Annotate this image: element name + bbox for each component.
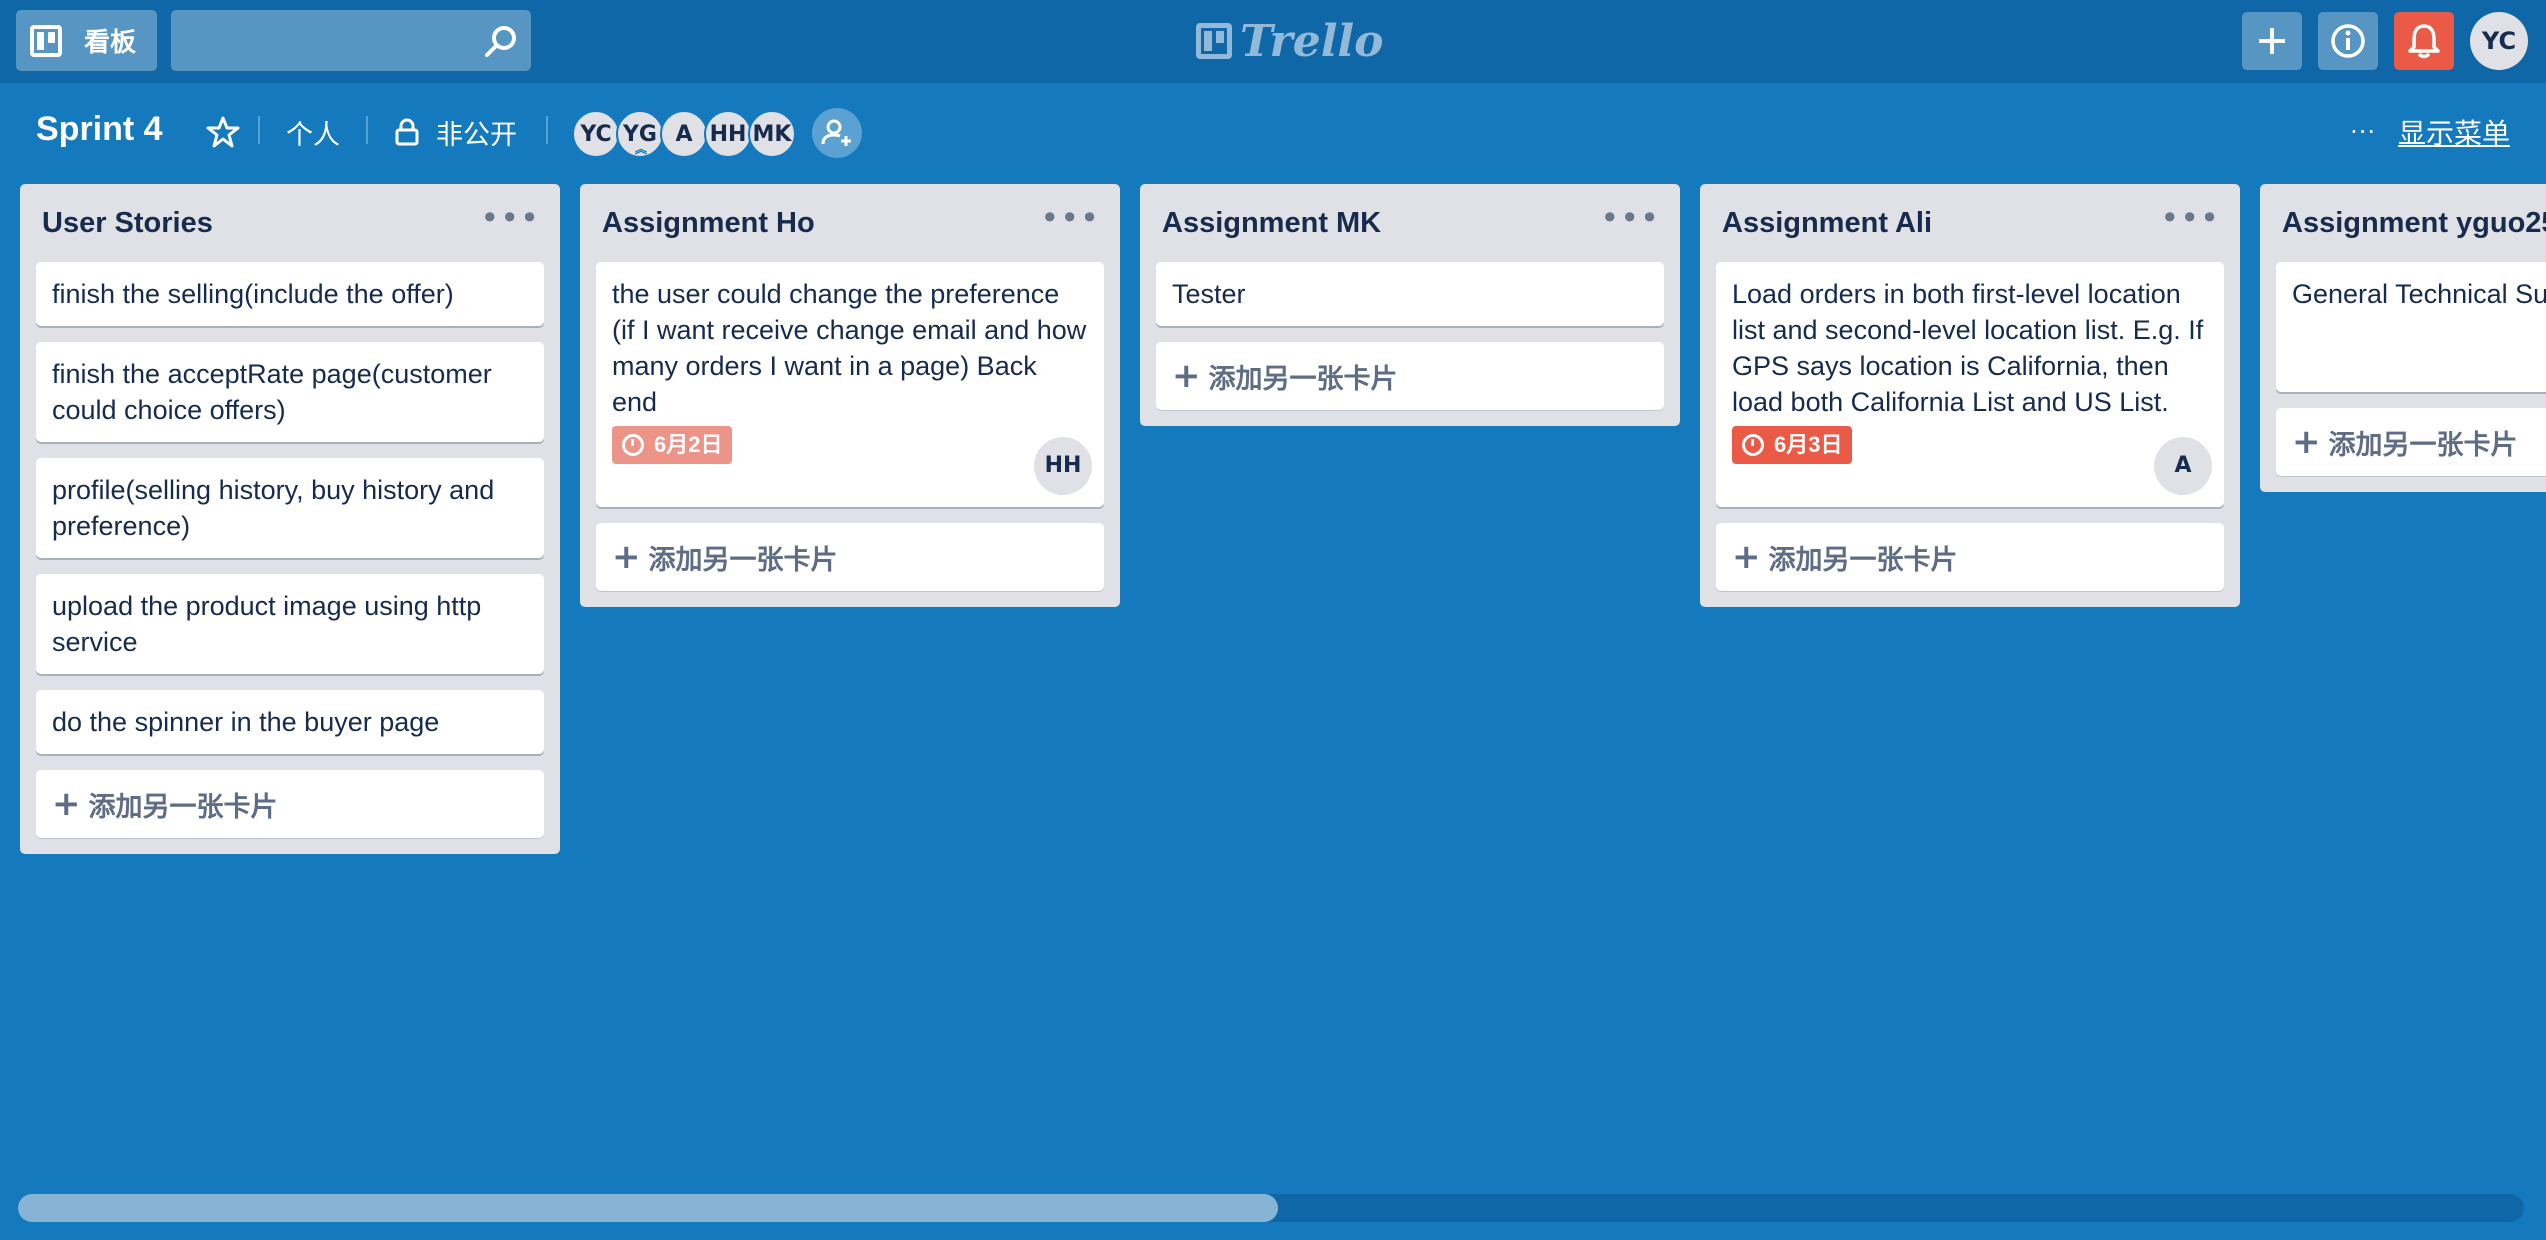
horizontal-scrollbar-thumb[interactable] bbox=[18, 1194, 1278, 1222]
card[interactable]: finish the acceptRate page(customer coul… bbox=[36, 342, 544, 442]
plus-icon: + bbox=[2292, 422, 2321, 462]
add-card-button[interactable]: + 添加另一张卡片 bbox=[1716, 523, 2224, 591]
add-card-button[interactable]: + 添加另一张卡片 bbox=[36, 770, 544, 838]
boards-label: 看板 bbox=[84, 28, 137, 58]
plus-icon: + bbox=[52, 784, 81, 824]
list-header: Assignment Ho ••• bbox=[596, 184, 1104, 262]
team-label[interactable]: 个人 bbox=[286, 113, 340, 152]
card[interactable]: Load orders in both first-level location… bbox=[1716, 262, 2224, 507]
member-avatar[interactable]: MK bbox=[748, 110, 796, 158]
card[interactable]: Tester bbox=[1156, 262, 1664, 326]
list-header: Assignment MK ••• bbox=[1156, 184, 1664, 262]
add-card-label: 添加另一张卡片 bbox=[1208, 363, 1398, 395]
card-text: finish the acceptRate page(customer coul… bbox=[52, 359, 492, 425]
info-button[interactable] bbox=[2318, 12, 2378, 70]
due-date: 6月3日 bbox=[1774, 432, 1843, 457]
plus-icon: + bbox=[1172, 356, 1201, 396]
notifications-button[interactable] bbox=[2394, 12, 2454, 70]
member-avatar[interactable]: YC bbox=[572, 110, 620, 158]
trello-logo-icon bbox=[1196, 23, 1232, 59]
search-icon[interactable] bbox=[484, 25, 518, 59]
lock-icon bbox=[395, 118, 419, 146]
member-avatar[interactable]: A bbox=[660, 110, 708, 158]
member-avatar[interactable]: HH bbox=[704, 110, 752, 158]
board-title[interactable]: Sprint 4 bbox=[36, 110, 163, 149]
create-button[interactable] bbox=[2242, 12, 2302, 70]
separator bbox=[546, 116, 548, 144]
separator bbox=[366, 116, 368, 144]
invite-member-button[interactable] bbox=[812, 108, 862, 158]
list-assignment-mk: Assignment MK ••• Tester + 添加另一张卡片 bbox=[1140, 184, 1680, 426]
card-text: Tester bbox=[1172, 279, 1246, 309]
card-text: Load orders in both first-level location… bbox=[1732, 279, 2204, 417]
more-icon: ··· bbox=[2350, 118, 2376, 146]
list-assignment-ali: Assignment Ali ••• Load orders in both f… bbox=[1700, 184, 2240, 607]
list-menu-icon[interactable]: ••• bbox=[1600, 202, 1660, 234]
plus-icon bbox=[2259, 28, 2285, 54]
add-card-label: 添加另一张卡片 bbox=[2328, 429, 2518, 461]
card-text: finish the selling(include the offer) bbox=[52, 279, 454, 309]
add-card-label: 添加另一张卡片 bbox=[1768, 544, 1958, 576]
list-header: Assignment yguo25 ••• bbox=[2276, 184, 2546, 262]
add-card-button[interactable]: + 添加另一张卡片 bbox=[596, 523, 1104, 591]
boards-button[interactable]: 看板 bbox=[16, 10, 157, 71]
card[interactable]: do the spinner in the buyer page bbox=[36, 690, 544, 754]
clock-icon bbox=[1742, 434, 1764, 456]
list-menu-icon[interactable]: ••• bbox=[480, 202, 540, 234]
list-header: User Stories ••• bbox=[36, 184, 544, 262]
list-menu-icon[interactable]: ••• bbox=[2160, 202, 2220, 234]
due-date: 6月2日 bbox=[654, 432, 723, 457]
card-member-avatar[interactable]: HH bbox=[1034, 437, 1092, 495]
list-title[interactable]: User Stories bbox=[36, 207, 213, 240]
list-title[interactable]: Assignment Ho bbox=[596, 207, 815, 240]
due-date-badge[interactable]: 6月2日 bbox=[612, 426, 733, 464]
list-title[interactable]: Assignment MK bbox=[1156, 207, 1381, 240]
list-assignment-yguo25: Assignment yguo25 ••• General Technical … bbox=[2260, 184, 2546, 492]
add-card-label: 添加另一张卡片 bbox=[88, 791, 278, 823]
card-text: do the spinner in the buyer page bbox=[52, 707, 440, 737]
list-title[interactable]: Assignment Ali bbox=[1716, 207, 1932, 240]
card[interactable]: profile(selling history, buy history and… bbox=[36, 458, 544, 558]
top-header: 看板 Trello YC bbox=[0, 0, 2546, 83]
add-card-label: 添加另一张卡片 bbox=[648, 544, 838, 576]
plus-icon: + bbox=[612, 537, 641, 577]
boards-icon bbox=[30, 24, 62, 57]
card-text: upload the product image using http serv… bbox=[52, 591, 482, 657]
member-avatar[interactable]: YG ︽ bbox=[616, 110, 664, 158]
trello-logo[interactable]: Trello bbox=[1196, 15, 1384, 67]
list-user-stories: User Stories ••• finish the selling(incl… bbox=[20, 184, 560, 854]
clock-icon bbox=[622, 434, 644, 456]
add-card-button[interactable]: + 添加另一张卡片 bbox=[2276, 408, 2546, 476]
visibility-label[interactable]: 非公开 bbox=[436, 113, 517, 152]
card[interactable]: the user could change the preference (if… bbox=[596, 262, 1104, 507]
list-menu-icon[interactable]: ••• bbox=[1040, 202, 1100, 234]
show-menu-button[interactable]: ··· 显示菜单 bbox=[2350, 112, 2510, 152]
admin-chevron-icon: ︽ bbox=[635, 142, 648, 156]
search-input[interactable] bbox=[171, 10, 531, 71]
info-icon bbox=[2331, 24, 2365, 58]
card[interactable]: finish the selling(include the offer) bbox=[36, 262, 544, 326]
card-member-avatar[interactable]: A bbox=[2154, 437, 2212, 495]
card-text: profile(selling history, buy history and… bbox=[52, 475, 495, 541]
list-title[interactable]: Assignment yguo25 bbox=[2276, 207, 2546, 240]
card-text: General Technical Support bbox=[2292, 279, 2546, 309]
card[interactable]: upload the product image using http serv… bbox=[36, 574, 544, 674]
bell-icon bbox=[2408, 24, 2440, 59]
list-header: Assignment Ali ••• bbox=[1716, 184, 2224, 262]
due-date-badge[interactable]: 6月3日 bbox=[1732, 426, 1853, 464]
card[interactable]: General Technical Support bbox=[2276, 262, 2546, 392]
plus-icon: + bbox=[1732, 537, 1761, 577]
card-text: the user could change the preference (if… bbox=[612, 279, 1087, 417]
list-assignment-ho: Assignment Ho ••• the user could change … bbox=[580, 184, 1120, 607]
user-avatar[interactable]: YC bbox=[2470, 12, 2528, 70]
add-card-button[interactable]: + 添加另一张卡片 bbox=[1156, 342, 1664, 410]
app: 看板 Trello YC Sprint 4 个人 非公开 YC YG ︽ A H… bbox=[0, 0, 2546, 1240]
star-icon[interactable] bbox=[206, 115, 240, 149]
add-member-icon bbox=[821, 119, 851, 146]
logo-text: Trello bbox=[1240, 15, 1384, 67]
show-menu-label: 显示菜单 bbox=[2397, 117, 2510, 150]
separator bbox=[258, 116, 260, 144]
